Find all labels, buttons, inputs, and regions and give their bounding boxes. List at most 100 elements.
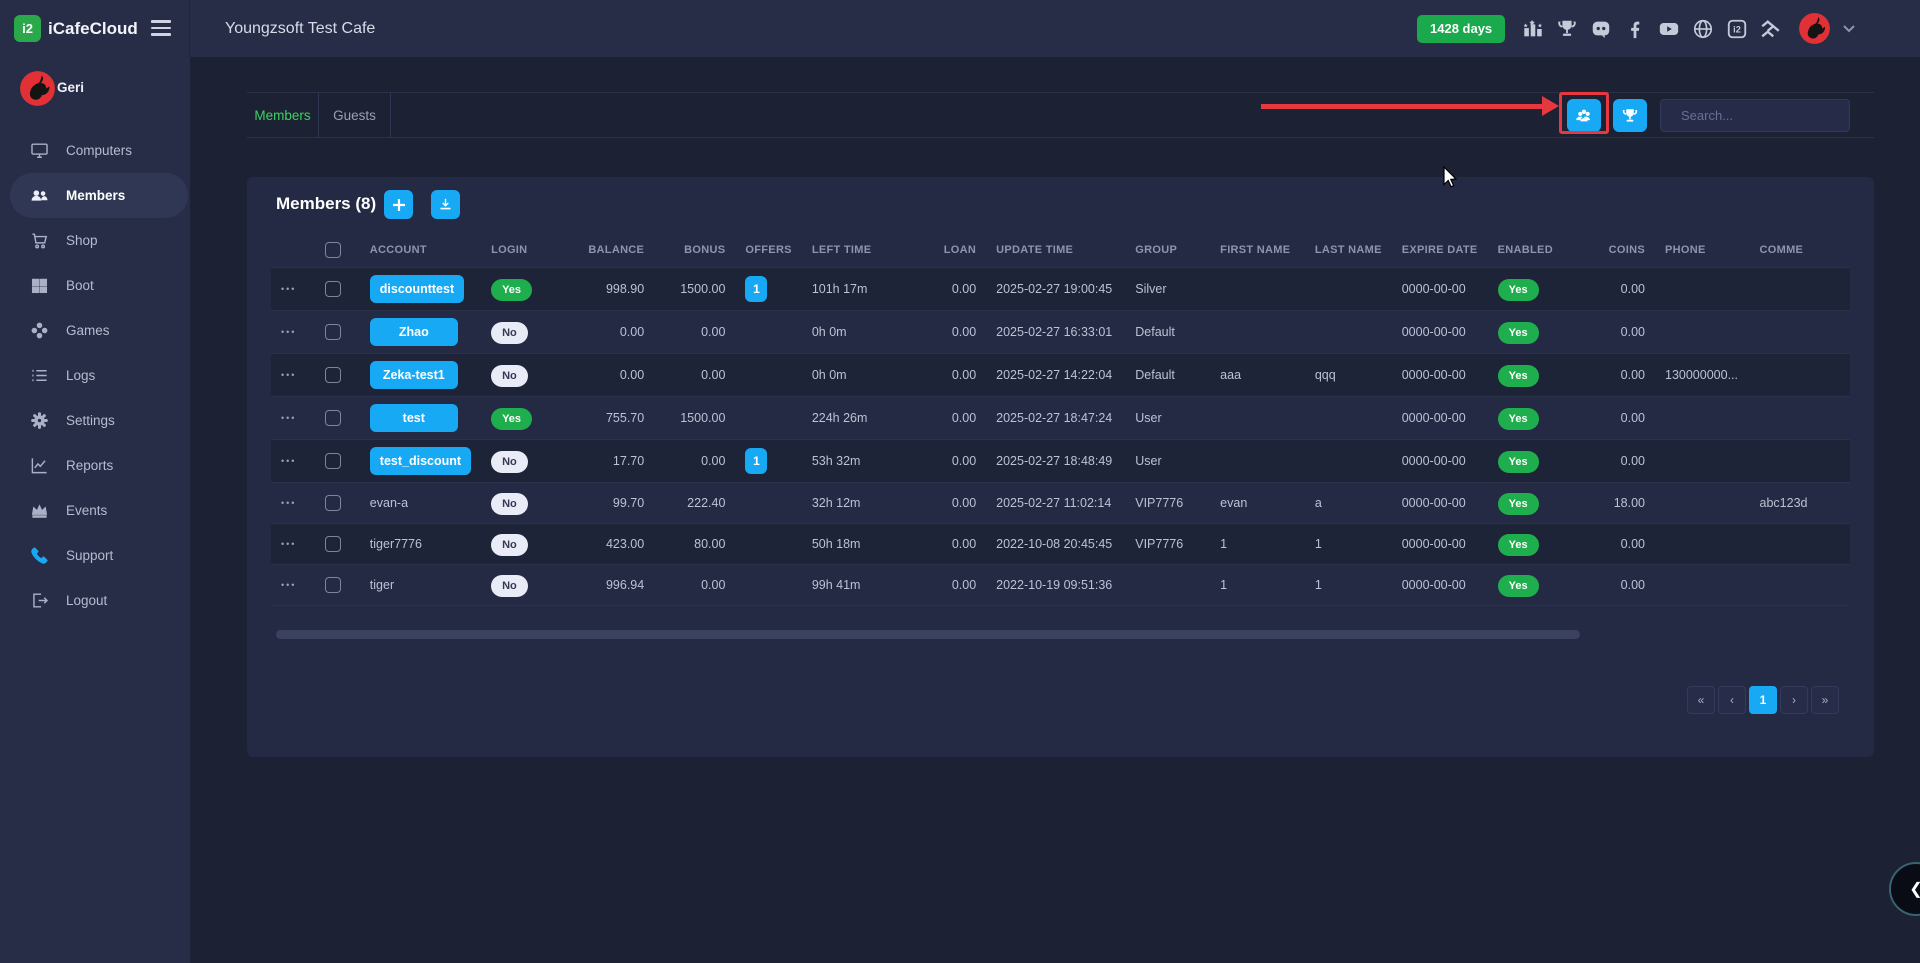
tab-guests[interactable]: Guests: [319, 93, 390, 138]
chevron-down-icon[interactable]: [1843, 25, 1855, 33]
license-days-badge[interactable]: 1428 days: [1417, 15, 1505, 43]
annotation-arrow-head: [1542, 96, 1559, 116]
coins-cell: 18.00: [1582, 483, 1655, 524]
row-actions-menu[interactable]: •••: [281, 413, 296, 423]
loan-cell: 0.00: [908, 268, 986, 311]
menu-cell: •••: [271, 440, 315, 483]
select-all-checkbox[interactable]: [325, 242, 341, 258]
account-cell: discounttest: [360, 268, 481, 311]
row-checkbox[interactable]: [325, 281, 341, 297]
trophy-icon[interactable]: [1555, 17, 1578, 40]
col-header-balance: BALANCE: [575, 232, 654, 268]
sidebar-user-avatar[interactable]: [20, 71, 55, 106]
account-cell: test: [360, 397, 481, 440]
row-actions-menu[interactable]: •••: [281, 370, 296, 380]
expire_date-cell: 0000-00-00: [1392, 565, 1488, 606]
row-actions-menu[interactable]: •••: [281, 456, 296, 466]
export-members-button[interactable]: [431, 190, 460, 219]
row-checkbox[interactable]: [325, 453, 341, 469]
tab-divider: [390, 93, 391, 138]
update_time-cell: 2022-10-08 20:45:45: [986, 524, 1125, 565]
enabled-status-badge: Yes: [1498, 322, 1539, 344]
row-checkbox[interactable]: [325, 367, 341, 383]
sidebar-item-logout[interactable]: Logout: [0, 578, 190, 623]
sidebar-item-games[interactable]: Games: [0, 308, 190, 353]
sidebar-item-boot[interactable]: Boot: [0, 263, 190, 308]
ranking-icon[interactable]: [1521, 17, 1544, 40]
first_name-cell: 1: [1210, 565, 1305, 606]
facebook-icon[interactable]: [1623, 17, 1646, 40]
sidebar-item-computers[interactable]: Computers: [0, 128, 190, 173]
row-checkbox[interactable]: [325, 577, 341, 593]
sidebar-item-reports[interactable]: Reports: [0, 443, 190, 488]
globe-icon[interactable]: [1691, 17, 1714, 40]
collapse-panel-button[interactable]: ❮: [1889, 862, 1920, 916]
offers-badge[interactable]: 1: [745, 448, 767, 474]
row-checkbox[interactable]: [325, 410, 341, 426]
account-button[interactable]: test_discount: [370, 447, 471, 475]
row-actions-menu[interactable]: •••: [281, 580, 296, 590]
col-header-enabled: ENABLED: [1488, 232, 1582, 268]
sidebar-item-settings[interactable]: Settings: [0, 398, 190, 443]
col-header-bonus: BONUS: [654, 232, 735, 268]
offers-badge[interactable]: 1: [745, 276, 767, 302]
account-button[interactable]: test: [370, 404, 458, 432]
last_name-cell: 1: [1305, 565, 1392, 606]
menu-toggle-icon[interactable]: [151, 20, 171, 40]
scrollbar-thumb[interactable]: [276, 630, 1580, 639]
coins-cell: 0.00: [1582, 565, 1655, 606]
row-checkbox[interactable]: [325, 324, 341, 340]
tab-members[interactable]: Members: [247, 93, 318, 138]
sidebar-item-logs[interactable]: Logs: [0, 353, 190, 398]
coins-cell: 0.00: [1582, 440, 1655, 483]
add-member-button[interactable]: [384, 190, 413, 219]
account-button[interactable]: Zeka-test1: [370, 361, 458, 389]
last_name-cell: 1: [1305, 524, 1392, 565]
col-header-coins: COINS: [1582, 232, 1655, 268]
bonus-cell: 222.40: [654, 483, 735, 524]
youngzsoft-icon[interactable]: [1759, 17, 1782, 40]
sidebar-item-members[interactable]: Members: [10, 173, 188, 218]
page-1-button[interactable]: 1: [1749, 686, 1777, 714]
page-prev-button[interactable]: ‹: [1718, 686, 1746, 714]
offers-cell: [735, 524, 801, 565]
members-view-button[interactable]: [1567, 99, 1601, 132]
brand-logo-icon: i2: [14, 15, 41, 42]
youtube-icon[interactable]: [1657, 17, 1680, 40]
sidebar-item-support[interactable]: Support: [0, 533, 190, 578]
col-header-group: GROUP: [1125, 232, 1210, 268]
bonus-cell: 0.00: [654, 565, 735, 606]
discord-icon[interactable]: [1589, 17, 1612, 40]
sidebar-item-shop[interactable]: Shop: [0, 218, 190, 263]
expire_date-cell: 0000-00-00: [1392, 397, 1488, 440]
row-checkbox[interactable]: [325, 495, 341, 511]
page-first-button[interactable]: «: [1687, 686, 1715, 714]
comment-cell: [1750, 268, 1850, 311]
row-actions-menu[interactable]: •••: [281, 284, 296, 294]
enabled-status-badge: Yes: [1498, 451, 1539, 473]
search-input[interactable]: [1681, 108, 1857, 123]
col-header-first_name: FIRST NAME: [1210, 232, 1305, 268]
icafecloud-icon[interactable]: i2: [1725, 17, 1748, 40]
group-cell: VIP7776: [1125, 483, 1210, 524]
balance-cell: 998.90: [575, 268, 654, 311]
account-button[interactable]: Zhao: [370, 318, 458, 346]
row-actions-menu[interactable]: •••: [281, 498, 296, 508]
group-cell: User: [1125, 440, 1210, 483]
page-last-button[interactable]: »: [1811, 686, 1839, 714]
expire_date-cell: 0000-00-00: [1392, 483, 1488, 524]
last_name-cell: [1305, 440, 1392, 483]
first_name-cell: [1210, 268, 1305, 311]
login-cell: No: [481, 440, 575, 483]
bonus-cell: 1500.00: [654, 397, 735, 440]
account-button[interactable]: discounttest: [370, 275, 464, 303]
page-next-button[interactable]: ›: [1780, 686, 1808, 714]
trophy-view-button[interactable]: [1613, 99, 1647, 132]
sidebar-item-events[interactable]: Events: [0, 488, 190, 533]
user-avatar[interactable]: [1799, 13, 1830, 44]
balance-cell: 996.94: [575, 565, 654, 606]
row-checkbox[interactable]: [325, 536, 341, 552]
row-actions-menu[interactable]: •••: [281, 539, 296, 549]
row-actions-menu[interactable]: •••: [281, 327, 296, 337]
left_time-cell: 0h 0m: [802, 354, 908, 397]
